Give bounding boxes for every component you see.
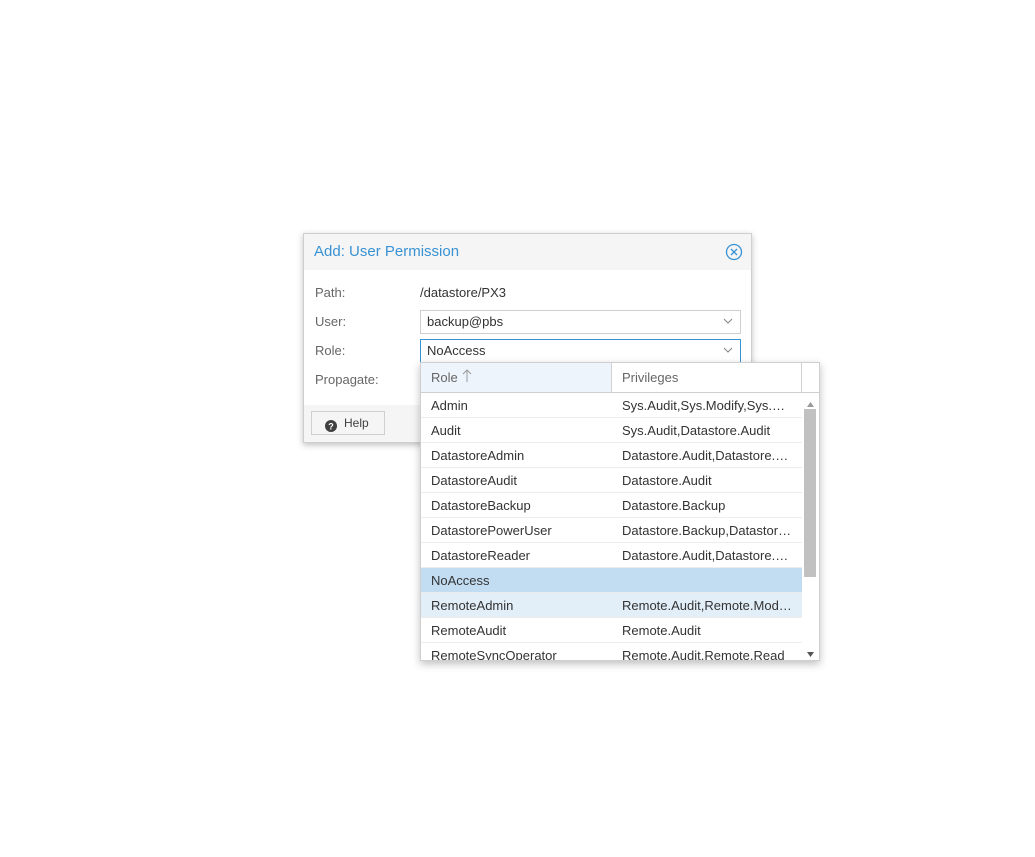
privileges-cell: Datastore.Backup,Datastor… — [622, 523, 792, 538]
list-item[interactable]: DatastoreBackup Datastore.Backup — [421, 493, 802, 518]
privileges-cell: Sys.Audit,Datastore.Audit — [622, 423, 771, 438]
list-item[interactable]: Admin Sys.Audit,Sys.Modify,Sys.… — [421, 393, 802, 418]
column-header-privileges[interactable]: Privileges — [612, 363, 802, 392]
privileges-cell: Remote.Audit — [622, 623, 701, 638]
role-cell: DatastoreReader — [431, 548, 530, 563]
role-cell: DatastoreAudit — [431, 473, 517, 488]
list-item[interactable]: Audit Sys.Audit,Datastore.Audit — [421, 418, 802, 443]
privileges-cell: Sys.Audit,Sys.Modify,Sys.… — [622, 398, 786, 413]
vertical-scrollbar[interactable] — [802, 393, 819, 660]
grid-header: Role Privileges — [421, 363, 802, 393]
role-picker-dropdown: Role Privileges Admin Sys.Audit,Sys.Modif… — [420, 362, 820, 661]
path-value: /datastore/PX3 — [420, 285, 506, 300]
scroll-down-arrow-icon[interactable] — [806, 647, 815, 657]
scroll-up-arrow-icon[interactable] — [806, 397, 815, 407]
list-item[interactable]: RemoteSyncOperator Remote.Audit,Remote.Re… — [421, 643, 802, 661]
question-circle-icon: ? — [325, 417, 337, 432]
scrollbar-thumb[interactable] — [804, 409, 816, 577]
dialog-title: Add: User Permission — [314, 243, 460, 260]
list-item[interactable]: RemoteAdmin Remote.Audit,Remote.Mod… — [421, 593, 802, 618]
role-cell: Audit — [431, 423, 461, 438]
privileges-cell: Datastore.Audit — [622, 473, 712, 488]
chevron-down-icon[interactable] — [722, 344, 734, 356]
role-list: Admin Sys.Audit,Sys.Modify,Sys.… Audit Sys.… — [421, 393, 802, 661]
role-cell: DatastoreBackup — [431, 498, 531, 513]
list-item[interactable]: DatastoreAdmin Datastore.Audit,Datastore.… — [421, 443, 802, 468]
path-label: Path: — [315, 285, 346, 300]
column-header-privileges-label: Privileges — [622, 370, 679, 385]
dialog-header: Add: User Permission — [304, 234, 751, 270]
role-value: NoAccess — [427, 343, 486, 358]
header-filler — [802, 363, 819, 393]
role-cell: RemoteAdmin — [431, 598, 514, 613]
privileges-cell: Remote.Audit,Remote.Mod… — [622, 598, 792, 613]
user-value: backup@pbs — [427, 314, 504, 329]
role-cell: RemoteSyncOperator — [431, 648, 557, 661]
column-header-role-label: Role — [431, 370, 458, 385]
sort-ascending-icon — [462, 363, 472, 392]
role-cell: RemoteAudit — [431, 623, 507, 638]
privileges-cell: Datastore.Audit,Datastore.… — [622, 548, 789, 563]
chevron-down-icon[interactable] — [722, 315, 734, 327]
list-item[interactable]: DatastorePowerUser Datastore.Backup,Datas… — [421, 518, 802, 543]
column-header-role[interactable]: Role — [421, 363, 612, 392]
list-item[interactable]: DatastoreAudit Datastore.Audit — [421, 468, 802, 493]
role-label: Role: — [315, 343, 346, 358]
propagate-label: Propagate: — [315, 372, 379, 387]
list-item[interactable]: NoAccess — [421, 568, 802, 593]
role-cell: DatastoreAdmin — [431, 448, 525, 463]
svg-text:?: ? — [328, 421, 334, 431]
role-cell: NoAccess — [431, 573, 490, 588]
help-button[interactable]: ? Help — [311, 411, 385, 435]
privileges-cell: Datastore.Audit,Datastore.… — [622, 448, 789, 463]
close-icon[interactable] — [725, 243, 743, 261]
privileges-cell: Datastore.Backup — [622, 498, 726, 513]
help-label: Help — [344, 416, 369, 430]
list-item[interactable]: DatastoreReader Datastore.Audit,Datastore… — [421, 543, 802, 568]
role-cell: DatastorePowerUser — [431, 523, 552, 538]
user-combobox[interactable]: backup@pbs — [420, 310, 741, 334]
role-combobox[interactable]: NoAccess — [420, 339, 741, 363]
user-label: User: — [315, 314, 347, 329]
role-cell: Admin — [431, 398, 468, 413]
list-item[interactable]: RemoteAudit Remote.Audit — [421, 618, 802, 643]
privileges-cell: Remote.Audit,Remote.Read — [622, 648, 785, 661]
